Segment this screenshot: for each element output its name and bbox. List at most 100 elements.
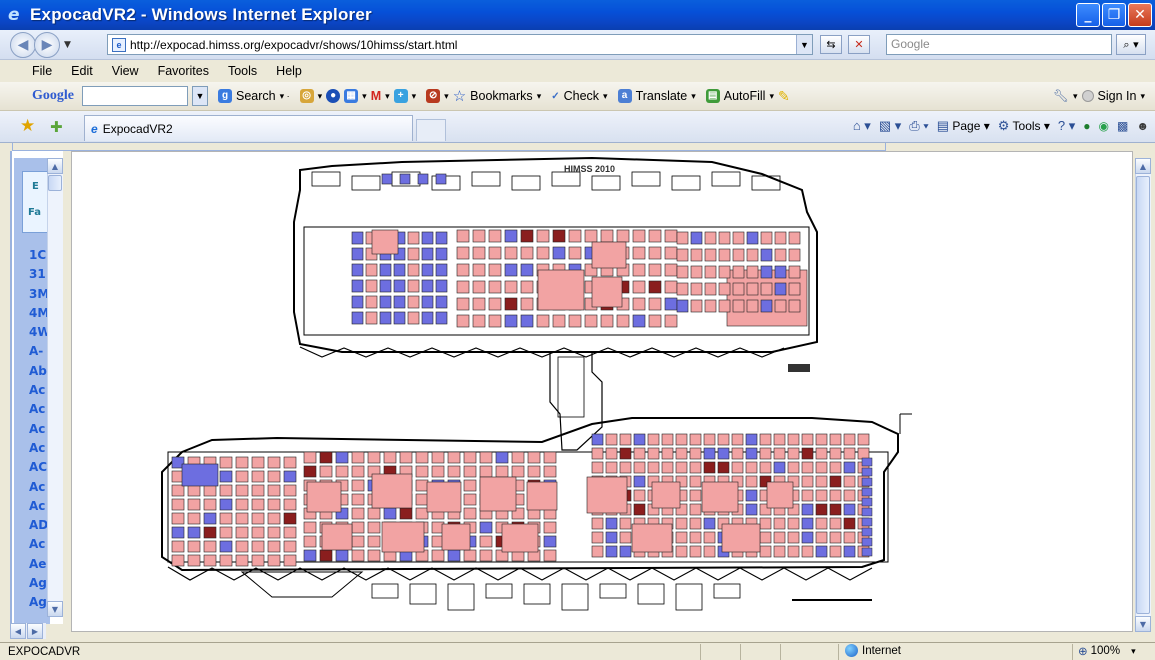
bottom-left-booth bbox=[219, 484, 233, 497]
menu-view[interactable]: View bbox=[112, 64, 139, 78]
search-input[interactable]: Google bbox=[886, 34, 1112, 55]
list-item[interactable]: 3M bbox=[14, 287, 49, 306]
signin-button[interactable]: 🔧︎ ▾ Sign In ▾ bbox=[1053, 89, 1145, 104]
bottom-right-booth bbox=[675, 447, 688, 460]
list-item[interactable]: Ag bbox=[14, 595, 48, 614]
messenger-icon[interactable]: ◉ bbox=[1099, 119, 1109, 133]
list-item[interactable]: 1C bbox=[14, 248, 48, 267]
left-scroll-down-button[interactable]: ▼ bbox=[47, 601, 63, 617]
left-scroll-left-button[interactable]: ◀ bbox=[10, 623, 26, 639]
tab-row: ★ ✚ e ExpocadVR2 ⌂ ▾ ▧ ▾ ⎙ ▾ ▤ Page ▾ ⚙ … bbox=[0, 111, 1155, 143]
page-menu[interactable]: ▤ Page ▾ bbox=[937, 118, 990, 134]
list-item[interactable]: 4W bbox=[14, 325, 51, 344]
new-tab-button[interactable] bbox=[416, 119, 446, 141]
bottom-mid-booth bbox=[479, 465, 493, 478]
floorplan-booths[interactable] bbox=[161, 156, 912, 611]
google-search-input[interactable] bbox=[82, 86, 188, 106]
list-item[interactable]: Ac bbox=[14, 499, 48, 518]
status-separator bbox=[1072, 644, 1073, 660]
top-right-booth bbox=[788, 248, 801, 262]
bottom-right-booth bbox=[745, 461, 758, 474]
history-dropdown-icon[interactable]: ▼ bbox=[64, 40, 76, 50]
user-icon[interactable]: ☻ bbox=[1136, 119, 1149, 133]
menu-edit[interactable]: Edit bbox=[71, 64, 93, 78]
main-scroll-up-button[interactable]: ▲ bbox=[1135, 158, 1151, 174]
list-item[interactable]: Ag bbox=[14, 576, 48, 595]
exhibit-floorplan[interactable]: HIMSS 2010 bbox=[72, 152, 1132, 630]
top-header-booth bbox=[381, 173, 393, 185]
compatibility-icon[interactable]: ⇆ bbox=[820, 35, 842, 54]
research-icon[interactable]: ● bbox=[1083, 119, 1090, 133]
forward-button[interactable]: ▶ bbox=[34, 31, 60, 58]
back-button[interactable]: ◀ bbox=[10, 31, 36, 58]
zoom-control[interactable]: ⊕ 100% ▾ bbox=[1078, 644, 1136, 658]
list-item[interactable]: Ac bbox=[14, 422, 48, 441]
list-item[interactable]: Ac bbox=[14, 537, 48, 556]
left-pane-card[interactable]: E Fa bbox=[22, 171, 50, 233]
blog-icon[interactable]: ▩ bbox=[1117, 119, 1128, 133]
bottom-mid-booth bbox=[495, 465, 509, 478]
list-item[interactable]: Ac bbox=[14, 383, 48, 402]
google-search-button[interactable]: g Search ▾ · bbox=[218, 89, 290, 103]
minimize-button[interactable]: _ bbox=[1076, 3, 1100, 27]
window-title-bar[interactable]: e ExpocadVR2 - Windows Internet Explorer… bbox=[0, 0, 1155, 30]
autofill-icon: ▤ bbox=[705, 89, 720, 103]
search-go-icon[interactable]: ⌕ ▾ bbox=[1116, 34, 1146, 55]
toolbar-icons-group[interactable]: ◎ ▾ ● ▦ ▾ M ▾ + ▾ bbox=[299, 89, 416, 103]
maximize-button[interactable]: ❐ bbox=[1102, 3, 1126, 27]
print-icon[interactable]: ⎙ ▾ bbox=[909, 118, 928, 134]
tools-menu[interactable]: ⚙ Tools ▾ bbox=[998, 118, 1050, 134]
list-item[interactable]: Ac bbox=[14, 441, 48, 460]
bottom-mid-booth bbox=[303, 465, 317, 478]
close-button[interactable]: ✕ bbox=[1128, 3, 1152, 27]
feeds-icon[interactable]: ▧ ▾ bbox=[879, 118, 901, 134]
tab-expocadvr2[interactable]: e ExpocadVR2 bbox=[84, 115, 413, 141]
top-hall-booth bbox=[472, 280, 486, 294]
list-item[interactable]: AC bbox=[14, 460, 48, 479]
top-hall-booth bbox=[648, 314, 662, 328]
address-dropdown-icon[interactable]: ▼ bbox=[796, 35, 812, 54]
menu-help[interactable]: Help bbox=[276, 64, 302, 78]
bottom-left-booth bbox=[171, 540, 185, 553]
list-item[interactable]: Ac bbox=[14, 402, 48, 421]
check-button[interactable]: ✓ Check ▾ bbox=[551, 89, 607, 103]
star-icon: ☆ bbox=[452, 88, 467, 105]
google-dropdown-icon[interactable]: ▼ bbox=[192, 86, 208, 106]
left-scroll-thumb[interactable] bbox=[48, 175, 62, 191]
add-favorites-icon[interactable]: ✚ bbox=[50, 118, 63, 136]
help-icon[interactable]: ? ▾ bbox=[1058, 118, 1075, 134]
list-item[interactable]: 4M bbox=[14, 306, 49, 325]
home-icon[interactable]: ⌂ ▾ bbox=[853, 118, 871, 134]
left-horizontal-scrollbar[interactable]: ◀ ▶ bbox=[10, 623, 46, 639]
main-scroll-down-button[interactable]: ▼ bbox=[1135, 616, 1151, 632]
list-item[interactable]: AD bbox=[14, 518, 48, 537]
top-right-booth bbox=[732, 299, 745, 313]
bottom-right-booth bbox=[843, 503, 856, 516]
left-pane-scrollbar[interactable] bbox=[47, 158, 63, 617]
left-scroll-right-button[interactable]: ▶ bbox=[27, 623, 43, 639]
wrench-icon: 🔧︎ bbox=[1053, 88, 1070, 103]
bottom-mid-booth bbox=[319, 549, 333, 562]
menu-favorites[interactable]: Favorites bbox=[158, 64, 209, 78]
translate-button[interactable]: a Translate ▾ bbox=[617, 89, 696, 103]
bookmarks-button[interactable]: ⊘ ▾ ☆ Bookmarks ▾ bbox=[426, 87, 541, 105]
stop-icon[interactable]: ✕ bbox=[848, 35, 870, 54]
top-hall-booth bbox=[504, 246, 518, 260]
list-item[interactable]: Ac bbox=[14, 480, 48, 499]
list-item[interactable]: 31 bbox=[14, 267, 48, 286]
list-item[interactable]: Ae bbox=[14, 557, 48, 576]
menu-tools[interactable]: Tools bbox=[228, 64, 257, 78]
menu-bar: File Edit View Favorites Tools Help bbox=[0, 60, 1155, 82]
url-text[interactable]: http://expocad.himss.org/expocadvr/shows… bbox=[130, 38, 457, 52]
menu-file[interactable]: File bbox=[32, 64, 52, 78]
list-item[interactable]: Ab bbox=[14, 364, 48, 383]
autofill-button[interactable]: ▤ AutoFill ▾ ✎ bbox=[705, 88, 790, 105]
main-scroll-thumb[interactable] bbox=[1136, 176, 1150, 614]
favorites-star-icon[interactable]: ★ bbox=[20, 116, 35, 136]
top-blue-booth bbox=[421, 247, 434, 261]
list-item[interactable]: A- bbox=[14, 344, 48, 363]
left-scroll-up-button[interactable]: ▲ bbox=[47, 158, 63, 174]
bottom-left-booth bbox=[235, 526, 249, 539]
security-zone[interactable]: Internet bbox=[845, 644, 901, 657]
address-bar[interactable]: e http://expocad.himss.org/expocadvr/sho… bbox=[107, 34, 813, 55]
